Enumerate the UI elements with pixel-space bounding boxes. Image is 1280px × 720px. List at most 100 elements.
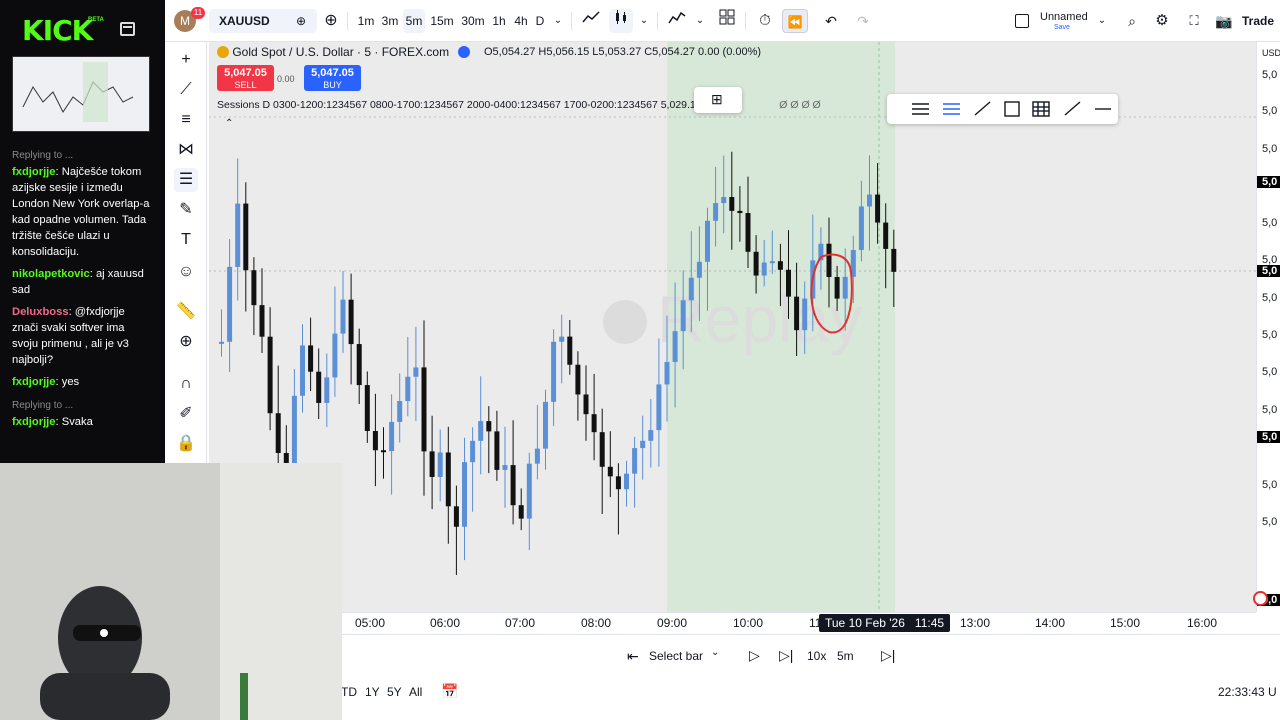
play-icon[interactable]: ▷ bbox=[749, 647, 760, 664]
magnet-icon[interactable]: ∩ bbox=[174, 372, 198, 396]
select-bar-button[interactable]: Select bar bbox=[649, 649, 703, 663]
interval-1h[interactable]: 1h bbox=[489, 9, 509, 33]
chat-text: Najčešće tokom azijske sesije i između L… bbox=[12, 166, 150, 258]
time-label: 09:00 bbox=[657, 616, 688, 630]
compare-symbol-icon[interactable]: ⊕ bbox=[291, 9, 311, 33]
candle-body bbox=[688, 277, 694, 301]
buy-button[interactable]: 5,047.05 BUY bbox=[304, 65, 361, 91]
range-1y[interactable]: 1Y bbox=[365, 685, 380, 699]
indicators-icon[interactable] bbox=[665, 9, 689, 33]
replay-speed[interactable]: 10x bbox=[807, 649, 826, 663]
chart-canvas[interactable]: Replay bbox=[209, 42, 1256, 612]
replay-interval[interactable]: 5m bbox=[837, 649, 854, 663]
interval-5m[interactable]: 5m bbox=[403, 9, 425, 33]
interval-dropdown-icon[interactable]: ⌄ bbox=[551, 9, 565, 33]
emoji-icon[interactable]: ☺ bbox=[174, 260, 198, 284]
replay-button[interactable]: ⏪ bbox=[782, 9, 808, 33]
candle-body bbox=[437, 452, 443, 477]
indicators-dropdown-icon[interactable]: ⌄ bbox=[693, 9, 707, 33]
interval-1m[interactable]: 1m bbox=[355, 9, 377, 33]
chat-username[interactable]: fxdjorjje bbox=[12, 376, 56, 388]
select-bar-dropdown-icon[interactable]: ⌄ bbox=[711, 647, 719, 658]
chat-username[interactable]: fxdjorjje bbox=[12, 166, 56, 178]
price-axis[interactable]: USD 5,0 5,0 5,0 5,0 5,0 5,0 5,0 5,0 5,0 … bbox=[1256, 42, 1280, 612]
zoom-in-icon[interactable]: ⊕ bbox=[174, 330, 198, 354]
chart-type-dropdown-icon[interactable]: ⌄ bbox=[637, 9, 651, 33]
layout-save-status[interactable]: Save bbox=[1054, 24, 1070, 31]
settings-gear-icon[interactable]: ⚙ bbox=[1151, 9, 1173, 33]
time-axis[interactable]: 05:00 06:00 07:00 08:00 09:00 10:00 11 T… bbox=[341, 612, 1256, 634]
chat-message: fxdjorjje: Svaka bbox=[12, 416, 93, 428]
chat-reply-label: Replying to ... bbox=[12, 400, 74, 411]
forecast-icon[interactable]: ☰ bbox=[174, 168, 198, 192]
sell-button[interactable]: 5,047.05 SELL bbox=[217, 65, 274, 91]
candles-icon[interactable] bbox=[609, 9, 633, 33]
candle-body bbox=[543, 401, 548, 449]
chat-text: yes bbox=[61, 376, 80, 388]
object-tree-icon[interactable]: ⊞ bbox=[711, 91, 723, 108]
lock-drawing-icon[interactable]: ✐ bbox=[174, 402, 198, 426]
interval-3m[interactable]: 3m bbox=[379, 9, 401, 33]
chat-username[interactable]: Deluxboss bbox=[12, 306, 69, 318]
trend-line-icon[interactable]: ⟋ bbox=[174, 78, 198, 102]
lock-icon[interactable]: 🔒 bbox=[174, 432, 198, 456]
range-5y[interactable]: 5Y bbox=[387, 685, 402, 699]
economic-event-icon[interactable] bbox=[1253, 591, 1268, 606]
range-all[interactable]: All bbox=[409, 685, 422, 699]
layout-checkbox[interactable] bbox=[1015, 9, 1031, 33]
drawing-group-toolbar[interactable]: ⊞ bbox=[694, 87, 742, 113]
trade-button[interactable]: Trade bbox=[1242, 14, 1274, 28]
range-td[interactable]: TD bbox=[341, 685, 357, 699]
ruler-icon[interactable]: 📏 bbox=[174, 300, 198, 324]
chat-username[interactable]: nikolapetkovic bbox=[12, 268, 90, 280]
alert-clock-icon[interactable]: ⏱ bbox=[753, 9, 777, 33]
layout-dropdown-icon[interactable]: ⌄ bbox=[1095, 9, 1109, 33]
pattern-icon[interactable]: ⋈ bbox=[174, 138, 198, 162]
stream-thumbnail[interactable] bbox=[12, 56, 150, 132]
candle-body bbox=[421, 367, 427, 452]
add-symbol-icon[interactable]: ⊕ bbox=[321, 9, 341, 33]
calendar-icon[interactable]: 📅 bbox=[441, 683, 458, 700]
select-bar-icon[interactable]: ⇤ bbox=[627, 648, 639, 665]
notification-badge: 11 bbox=[191, 7, 205, 19]
collapse-legend-icon[interactable]: ⌃ bbox=[225, 118, 233, 129]
chat-username[interactable]: fxdjorjje bbox=[12, 416, 56, 428]
clock-display[interactable]: 22:33:43 U bbox=[1218, 685, 1277, 699]
brush-icon[interactable]: ✎ bbox=[174, 198, 198, 222]
gold-symbol-icon bbox=[217, 46, 229, 58]
jump-to-realtime-icon[interactable]: ▷| bbox=[881, 647, 895, 664]
fib-retracement-icon[interactable]: ≡ bbox=[174, 108, 198, 132]
candle-body bbox=[429, 451, 435, 477]
floating-drawing-toolbar bbox=[887, 94, 1118, 124]
quick-search-icon[interactable]: ⌕ bbox=[1121, 9, 1143, 33]
text-icon[interactable]: T bbox=[174, 228, 198, 252]
interval-d[interactable]: D bbox=[533, 9, 547, 33]
fullscreen-icon[interactable]: ⛶ bbox=[1183, 9, 1205, 33]
undo-icon[interactable]: ↶ bbox=[821, 9, 841, 33]
layouts-grid-icon[interactable] bbox=[715, 9, 739, 33]
candlestick-chart[interactable]: Replay bbox=[209, 42, 1256, 612]
crosshair-icon[interactable]: + bbox=[174, 48, 198, 72]
forecast-lines-icon bbox=[943, 103, 960, 115]
candle-body bbox=[721, 197, 727, 204]
redo-icon[interactable]: ↷ bbox=[853, 9, 873, 33]
candle-body bbox=[219, 341, 224, 344]
interval-15m[interactable]: 15m bbox=[429, 9, 455, 33]
layout-name[interactable]: Unnamed bbox=[1040, 11, 1088, 23]
price-label: 5,0 bbox=[1262, 292, 1278, 304]
candle-body bbox=[858, 206, 864, 251]
time-label: 05:00 bbox=[355, 616, 386, 630]
candle-body bbox=[243, 203, 249, 271]
price-label: 5,0 bbox=[1262, 217, 1278, 229]
popout-chat-icon[interactable] bbox=[120, 22, 135, 36]
interval-30m[interactable]: 30m bbox=[459, 9, 487, 33]
sessions-values: Sessions D 0300-1200:1234567 0800-1700:1… bbox=[217, 99, 714, 111]
time-label: 16:00 bbox=[1187, 616, 1218, 630]
candle-body bbox=[324, 377, 330, 403]
interval-4h[interactable]: 4h bbox=[511, 9, 531, 33]
chart-legend-title[interactable]: Gold Spot / U.S. Dollar · 5 · FOREX.com bbox=[217, 45, 471, 59]
camera-icon[interactable]: 📷 bbox=[1213, 9, 1235, 33]
step-forward-icon[interactable]: ▷| bbox=[779, 647, 793, 664]
line-chart-icon[interactable] bbox=[579, 9, 603, 33]
candle-body bbox=[672, 331, 678, 362]
